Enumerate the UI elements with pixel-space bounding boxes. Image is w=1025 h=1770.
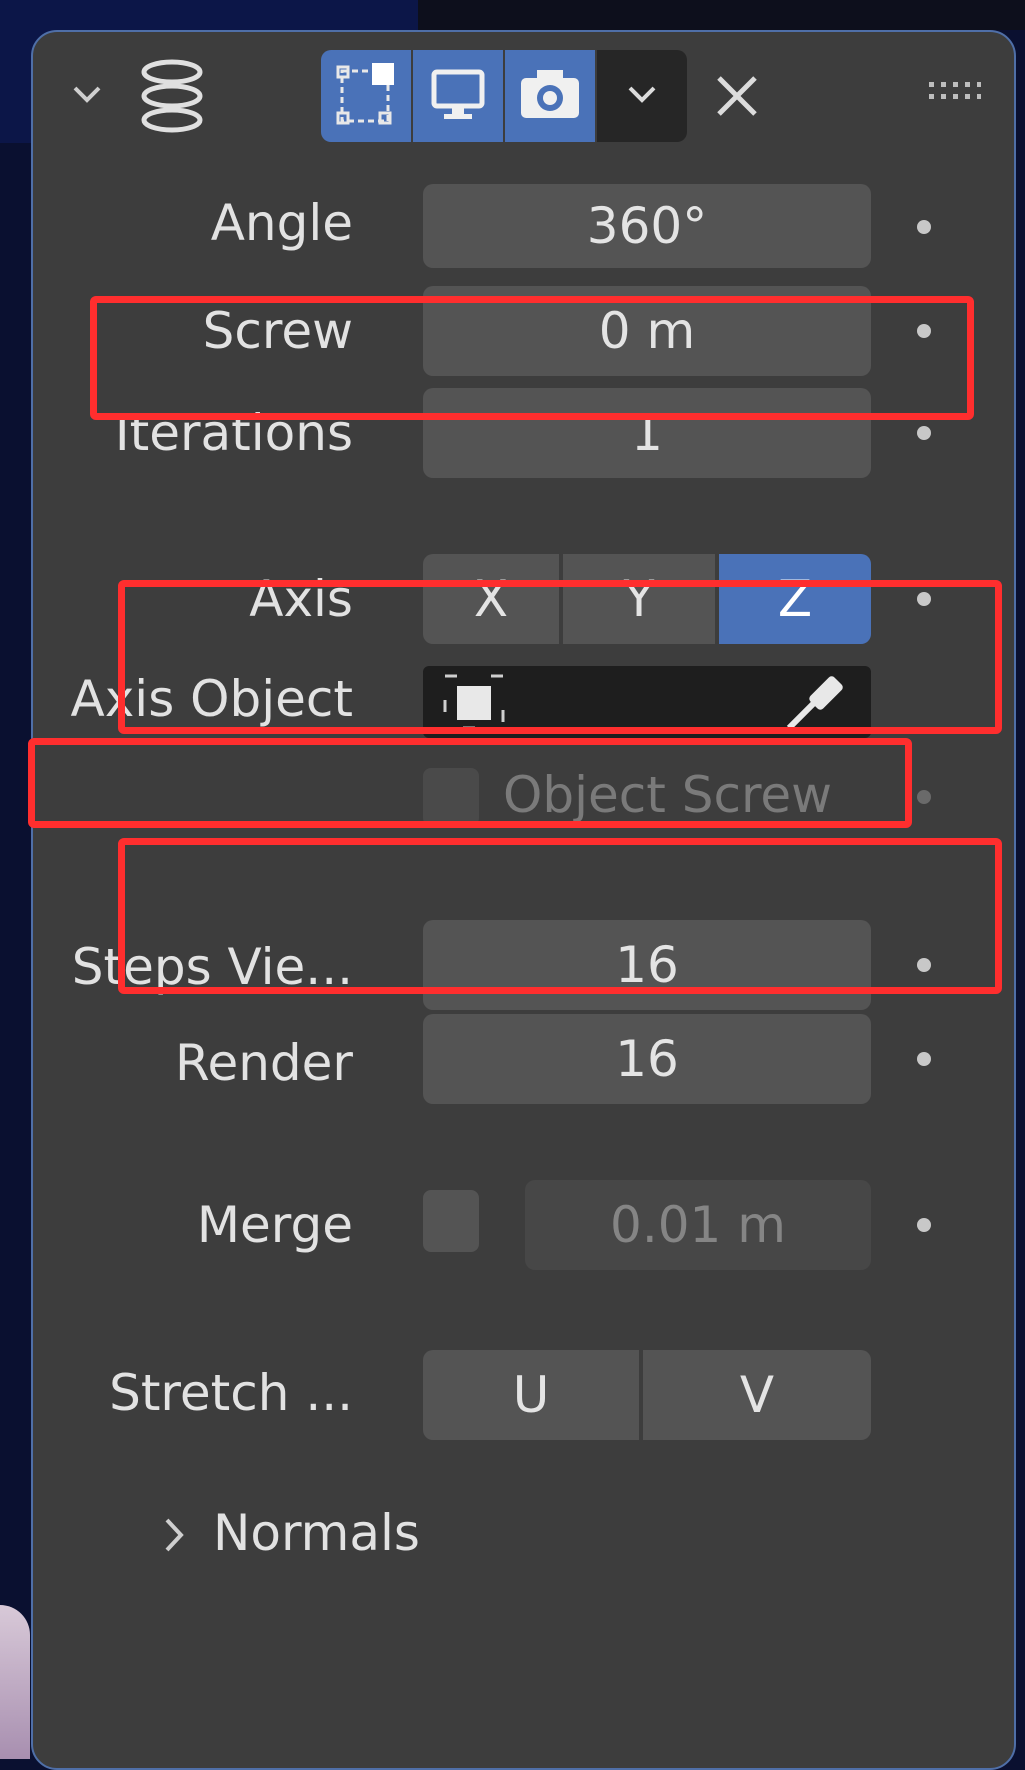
object-screw-label: Object Screw <box>503 766 833 824</box>
render-steps-label: Render <box>174 1034 353 1092</box>
angle-label: Angle <box>210 194 353 252</box>
axis-y-option[interactable]: Y <box>563 554 715 644</box>
render-steps-field[interactable]: 16 <box>423 1014 871 1104</box>
stretch-u-option[interactable]: U <box>423 1350 639 1440</box>
object-screw-checkbox[interactable] <box>423 768 479 826</box>
axis-object-field[interactable] <box>423 666 871 738</box>
axis-selector: X Y Z <box>423 554 871 644</box>
merge-checkbox[interactable] <box>423 1190 479 1252</box>
render-camera-icon <box>517 64 583 128</box>
merge-label: Merge <box>196 1196 353 1254</box>
screw-modifier-icon <box>137 54 207 138</box>
close-icon[interactable] <box>709 68 765 124</box>
axis-object-label: Axis Object <box>70 670 353 728</box>
viewport-display-icon <box>428 64 488 128</box>
viewport-object-fragment <box>0 1605 30 1759</box>
iterations-field[interactable]: 1 <box>423 388 871 478</box>
keyframe-dot[interactable] <box>917 426 931 440</box>
chevron-down-icon <box>622 74 662 118</box>
modifier-options-dropdown[interactable] <box>597 50 687 142</box>
steps-viewport-field[interactable]: 16 <box>423 920 871 1010</box>
eyedropper-icon[interactable] <box>777 668 847 750</box>
viewport-display-button[interactable] <box>413 50 503 142</box>
stretch-selector: U V <box>423 1350 871 1440</box>
screw-modifier-panel: Angle 360° Screw 0 m Iterations 1 Axis X… <box>31 30 1016 1770</box>
screw-field[interactable]: 0 m <box>423 286 871 376</box>
object-icon <box>441 672 507 744</box>
keyframe-dot[interactable] <box>917 1218 931 1232</box>
keyframe-dot[interactable] <box>917 958 931 972</box>
steps-viewport-label: Steps Vie... <box>71 938 353 996</box>
axis-label: Axis <box>249 570 353 628</box>
iterations-label: Iterations <box>114 404 353 462</box>
keyframe-dot[interactable] <box>917 220 931 234</box>
drag-handle-icon[interactable] <box>929 80 981 104</box>
axis-z-option[interactable]: Z <box>719 554 871 644</box>
normals-subpanel-label[interactable]: Normals <box>213 1504 420 1562</box>
axis-x-option[interactable]: X <box>423 554 559 644</box>
merge-distance-field[interactable]: 0.01 m <box>525 1180 871 1270</box>
angle-field[interactable]: 360° <box>423 184 871 268</box>
chevron-right-icon[interactable] <box>157 1512 191 1558</box>
screw-label: Screw <box>202 302 353 360</box>
keyframe-dot[interactable] <box>917 1052 931 1066</box>
render-button[interactable] <box>505 50 595 142</box>
edit-mode-icon <box>336 61 396 131</box>
top-bar-background <box>418 0 1025 30</box>
keyframe-dot[interactable] <box>917 790 931 804</box>
keyframe-dot[interactable] <box>917 592 931 606</box>
keyframe-dot[interactable] <box>917 324 931 338</box>
stretch-label: Stretch ... <box>109 1364 353 1422</box>
chevron-down-icon[interactable] <box>67 74 107 114</box>
edit-mode-button[interactable] <box>321 50 411 142</box>
stretch-v-option[interactable]: V <box>643 1350 871 1440</box>
